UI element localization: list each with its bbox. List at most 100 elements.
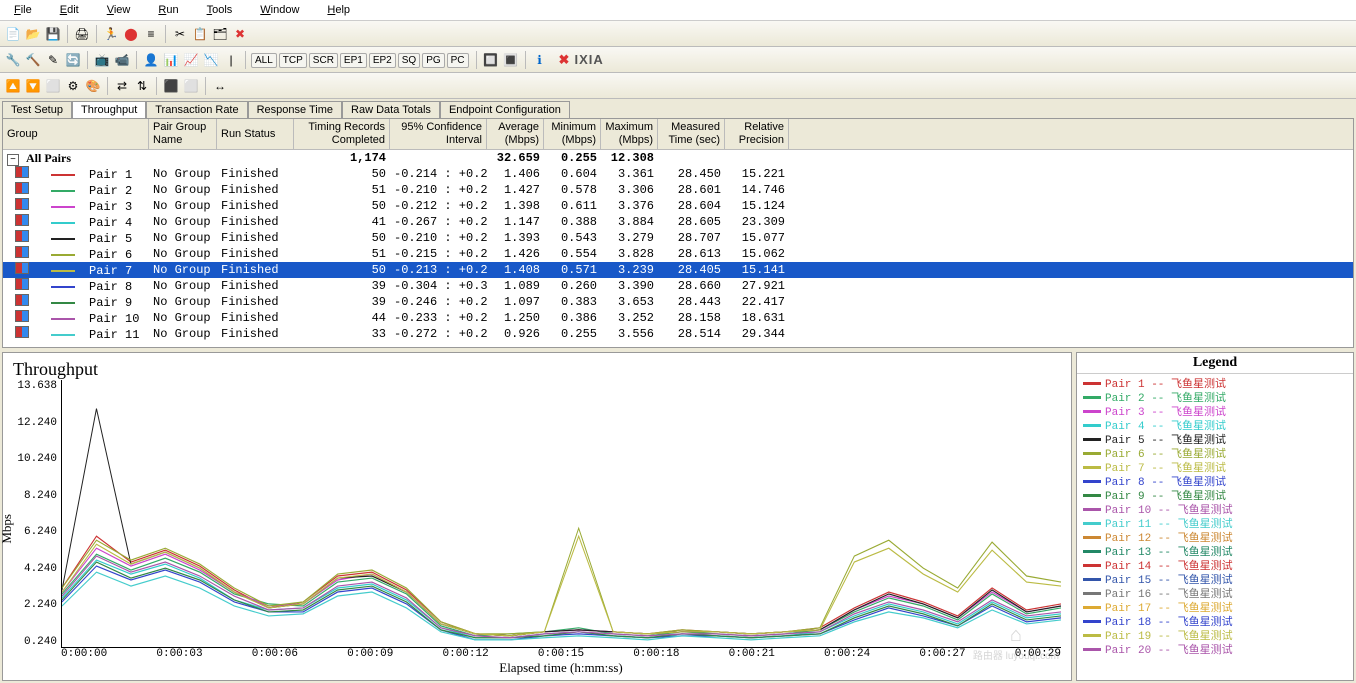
tool-h-icon[interactable]: 📊	[162, 51, 180, 69]
tab-test-setup[interactable]: Test Setup	[2, 101, 72, 118]
legend-item[interactable]: Pair 8 -- 飞鱼星测试	[1083, 474, 1347, 488]
tab-raw-data-totals[interactable]: Raw Data Totals	[342, 101, 440, 118]
tool3-g-icon[interactable]: ⇅	[133, 77, 151, 95]
tool-l-icon[interactable]: 🔲	[482, 51, 500, 69]
legend-item[interactable]: Pair 10 -- 飞鱼星测试	[1083, 502, 1347, 516]
menu-tools[interactable]: Tools	[197, 2, 243, 18]
paste-icon[interactable]: 📋	[191, 25, 209, 43]
legend-item[interactable]: Pair 9 -- 飞鱼星测试	[1083, 488, 1347, 502]
filter-pg[interactable]: PG	[422, 53, 444, 68]
legend-item[interactable]: Pair 19 -- 飞鱼星测试	[1083, 628, 1347, 642]
legend-item[interactable]: Pair 5 -- 飞鱼星测试	[1083, 432, 1347, 446]
col-header[interactable]: Run Status	[217, 119, 294, 149]
tool-m-icon[interactable]: 🔳	[502, 51, 520, 69]
tool-f-icon[interactable]: 📹	[113, 51, 131, 69]
col-header[interactable]: RelativePrecision	[725, 119, 789, 149]
legend-item[interactable]: Pair 20 -- 飞鱼星测试	[1083, 642, 1347, 656]
tool3-i-icon[interactable]: ⬜	[182, 77, 200, 95]
tab-throughput[interactable]: Throughput	[72, 101, 146, 118]
tool3-j-icon[interactable]: ↔	[211, 77, 229, 95]
col-header[interactable]: Group	[3, 119, 149, 149]
tool-e-icon[interactable]: 📺	[93, 51, 111, 69]
legend-item[interactable]: Pair 1 -- 飞鱼星测试	[1083, 376, 1347, 390]
table-row[interactable]: Pair 10No GroupFinished44-0.233 : +0.233…	[3, 310, 1353, 326]
tool-c-icon[interactable]: ✎	[44, 51, 62, 69]
table-row[interactable]: Pair 4No GroupFinished41-0.267 : +0.2671…	[3, 214, 1353, 230]
filter-scr[interactable]: SCR	[309, 53, 338, 68]
legend-item[interactable]: Pair 2 -- 飞鱼星测试	[1083, 390, 1347, 404]
plot-area[interactable]	[61, 380, 1061, 648]
legend-item[interactable]: Pair 15 -- 飞鱼星测试	[1083, 572, 1347, 586]
tool-b-icon[interactable]: 🔨	[24, 51, 42, 69]
table-row[interactable]: Pair 3No GroupFinished50-0.212 : +0.2121…	[3, 198, 1353, 214]
delete-icon[interactable]: ✖	[231, 25, 249, 43]
legend-item[interactable]: Pair 6 -- 飞鱼星测试	[1083, 446, 1347, 460]
menu-file[interactable]: File	[4, 2, 42, 18]
save-icon[interactable]: 💾	[44, 25, 62, 43]
legend-item[interactable]: Pair 16 -- 飞鱼星测试	[1083, 586, 1347, 600]
col-header[interactable]: 95% ConfidenceInterval	[390, 119, 487, 149]
legend-item[interactable]: Pair 18 -- 飞鱼星测试	[1083, 614, 1347, 628]
tool3-d-icon[interactable]: ⚙	[64, 77, 82, 95]
tool3-a-icon[interactable]: 🔼	[4, 77, 22, 95]
legend-item[interactable]: Pair 17 -- 飞鱼星测试	[1083, 600, 1347, 614]
tab-transaction-rate[interactable]: Transaction Rate	[146, 101, 247, 118]
tool-j-icon[interactable]: 📉	[202, 51, 220, 69]
menu-edit[interactable]: Edit	[50, 2, 89, 18]
legend-body[interactable]: Pair 1 -- 飞鱼星测试Pair 2 -- 飞鱼星测试Pair 3 -- …	[1077, 374, 1353, 680]
legend-item[interactable]: Pair 13 -- 飞鱼星测试	[1083, 544, 1347, 558]
table-row[interactable]: Pair 1No GroupFinished50-0.214 : +0.2141…	[3, 166, 1353, 182]
tool-i-icon[interactable]: 📈	[182, 51, 200, 69]
table-row[interactable]: Pair 6No GroupFinished51-0.215 : +0.2151…	[3, 246, 1353, 262]
table-row[interactable]: Pair 2No GroupFinished51-0.210 : +0.2101…	[3, 182, 1353, 198]
copy-icon[interactable]: ✂	[171, 25, 189, 43]
filter-pc[interactable]: PC	[447, 53, 469, 68]
folder-icon[interactable]: 🗂	[211, 25, 229, 43]
tool-d-icon[interactable]: 🔄	[64, 51, 82, 69]
tool3-c-icon[interactable]: ⬜	[44, 77, 62, 95]
menu-view[interactable]: View	[97, 2, 141, 18]
legend-item[interactable]: Pair 11 -- 飞鱼星测试	[1083, 516, 1347, 530]
info-icon[interactable]: ℹ	[531, 51, 549, 69]
filter-sq[interactable]: SQ	[398, 53, 420, 68]
summary-row[interactable]: − All Pairs1,17432.6590.25512.308	[3, 150, 1353, 166]
tool3-b-icon[interactable]: 🔽	[24, 77, 42, 95]
col-header[interactable]: Average(Mbps)	[487, 119, 544, 149]
col-header[interactable]: Minimum(Mbps)	[544, 119, 601, 149]
col-header[interactable]: MeasuredTime (sec)	[658, 119, 725, 149]
table-row[interactable]: Pair 9No GroupFinished39-0.246 : +0.2461…	[3, 294, 1353, 310]
legend-item[interactable]: Pair 3 -- 飞鱼星测试	[1083, 404, 1347, 418]
run-icon[interactable]: 🏃	[102, 25, 120, 43]
print-icon[interactable]: 🖨	[73, 25, 91, 43]
filter-tcp[interactable]: TCP	[279, 53, 307, 68]
tool3-f-icon[interactable]: ⇄	[113, 77, 131, 95]
filter-ep1[interactable]: EP1	[340, 53, 367, 68]
stop-icon[interactable]: ⬤	[122, 25, 140, 43]
legend-item[interactable]: Pair 4 -- 飞鱼星测试	[1083, 418, 1347, 432]
filter-ep2[interactable]: EP2	[369, 53, 396, 68]
tool-a-icon[interactable]: 🔧	[4, 51, 22, 69]
table-row[interactable]: Pair 8No GroupFinished39-0.304 : +0.3041…	[3, 278, 1353, 294]
table-row[interactable]: Pair 7No GroupFinished50-0.213 : +0.2131…	[3, 262, 1353, 278]
tool-k-icon[interactable]: |	[222, 51, 240, 69]
open-icon[interactable]: 📂	[24, 25, 42, 43]
tab-endpoint-configuration[interactable]: Endpoint Configuration	[440, 101, 570, 118]
tool3-h-icon[interactable]: ⬛	[162, 77, 180, 95]
menu-window[interactable]: Window	[250, 2, 309, 18]
legend-item[interactable]: Pair 7 -- 飞鱼星测试	[1083, 460, 1347, 474]
grid-body[interactable]: − All Pairs1,17432.6590.25512.308 Pair 1…	[3, 150, 1353, 347]
legend-item[interactable]: Pair 14 -- 飞鱼星测试	[1083, 558, 1347, 572]
col-header[interactable]: Timing RecordsCompleted	[294, 119, 390, 149]
col-header[interactable]: Pair GroupName	[149, 119, 217, 149]
tool3-e-icon[interactable]: 🎨	[84, 77, 102, 95]
menu-run[interactable]: Run	[148, 2, 188, 18]
tool-g-icon[interactable]: 👤	[142, 51, 160, 69]
new-icon[interactable]: 📄	[4, 25, 22, 43]
pause-icon[interactable]: ≡	[142, 25, 160, 43]
filter-all[interactable]: ALL	[251, 53, 277, 68]
menu-help[interactable]: Help	[317, 2, 360, 18]
col-header[interactable]: Maximum(Mbps)	[601, 119, 658, 149]
legend-item[interactable]: Pair 12 -- 飞鱼星测试	[1083, 530, 1347, 544]
table-row[interactable]: Pair 11No GroupFinished33-0.272 : +0.272…	[3, 326, 1353, 342]
tab-response-time[interactable]: Response Time	[248, 101, 342, 118]
